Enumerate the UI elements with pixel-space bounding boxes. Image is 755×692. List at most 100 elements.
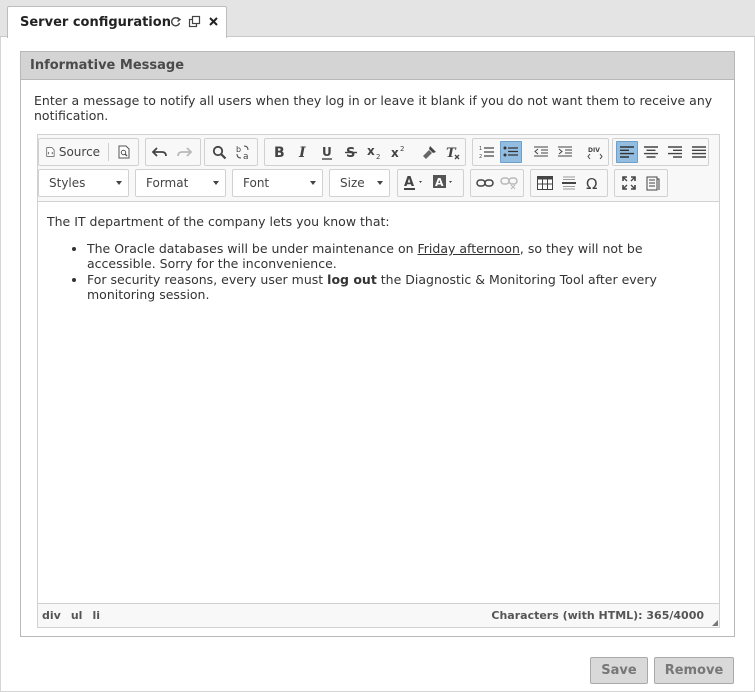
redo-button[interactable] [173, 141, 195, 163]
bulleted-list-icon [503, 146, 518, 157]
decrease-indent-button[interactable] [530, 141, 552, 163]
remove-button[interactable]: Remove [654, 657, 734, 684]
svg-text:U: U [322, 145, 332, 159]
background-color-button[interactable]: A [431, 172, 459, 194]
svg-text:b: b [236, 145, 241, 154]
resize-handle[interactable] [712, 620, 718, 626]
svg-text:a: a [243, 152, 249, 160]
popout-icon[interactable] [188, 15, 201, 28]
superscript-button[interactable]: x2 [388, 141, 410, 163]
toolbar-separator [108, 143, 109, 161]
div-icon: DIV [587, 147, 603, 159]
svg-text:B: B [274, 145, 285, 159]
brush-icon [423, 145, 436, 159]
source-label: Source [58, 145, 101, 159]
preview-icon [118, 145, 130, 159]
tab-icons [169, 15, 220, 28]
align-left-button[interactable] [616, 141, 638, 163]
bold-button[interactable]: B [268, 141, 290, 163]
justify-button[interactable] [688, 141, 710, 163]
unlink-icon [500, 177, 518, 190]
list-item: The Oracle databases will be under maint… [87, 241, 710, 271]
table-icon [537, 176, 553, 190]
remove-format-button[interactable]: T [442, 141, 464, 163]
remove-format-icon: T [446, 146, 460, 160]
svg-text:x: x [391, 146, 399, 159]
omega-icon: Ω [586, 176, 597, 191]
element-path: div ul li [42, 609, 100, 622]
indent-icon [558, 146, 572, 157]
undo-button[interactable] [149, 141, 171, 163]
replace-button[interactable]: ba [232, 141, 254, 163]
table-button[interactable] [534, 172, 556, 194]
informative-message-panel: Informative Message Enter a message to n… [20, 51, 735, 637]
tab-strip: Server configuration [0, 0, 755, 38]
copy-format-button[interactable] [418, 141, 440, 163]
path-item-li[interactable]: li [92, 609, 100, 622]
styles-dropdown[interactable]: Styles [38, 169, 129, 197]
message-list: The Oracle databases will be under maint… [47, 241, 710, 302]
size-dropdown[interactable]: Size [329, 169, 390, 197]
close-icon[interactable] [207, 15, 220, 28]
preview-button[interactable] [113, 141, 135, 163]
link-button[interactable] [474, 172, 496, 194]
toolbar-group-find: ba [204, 138, 258, 166]
source-button[interactable]: Source [42, 141, 104, 163]
underline-button[interactable]: U [316, 141, 338, 163]
superscript-icon: x2 [391, 145, 404, 159]
save-button[interactable]: Save [590, 657, 648, 684]
horizontal-line-icon [562, 176, 576, 190]
horizontal-line-button[interactable] [558, 172, 580, 194]
tab-server-configuration[interactable]: Server configuration [7, 6, 227, 38]
chevron-down-icon [116, 181, 122, 185]
underlined-text: Friday afternoon [417, 241, 520, 256]
panel-title: Informative Message [21, 52, 734, 80]
list-item-text: For security reasons, every user must [87, 272, 328, 287]
increase-indent-button[interactable] [554, 141, 576, 163]
list-item: For security reasons, every user must lo… [87, 272, 710, 302]
rich-text-editor: Source ba B I U S x 2 x 2 T 1 2 DIV Styl… [37, 134, 720, 628]
bold-icon: B [274, 145, 285, 159]
font-dropdown[interactable]: Font [232, 169, 323, 197]
special-character-button[interactable]: Ω [582, 172, 604, 194]
italic-button[interactable]: I [292, 141, 314, 163]
bulleted-list-button[interactable] [500, 141, 522, 163]
path-item-ul[interactable]: ul [71, 609, 83, 622]
format-dropdown[interactable]: Format [135, 169, 226, 197]
chevron-down-icon [310, 181, 316, 185]
numbered-list-button[interactable]: 12 [476, 141, 498, 163]
text-color-icon: A [404, 175, 422, 190]
text-color-button[interactable]: A [401, 172, 429, 194]
unlink-button[interactable] [498, 172, 520, 194]
bold-text: log out [327, 272, 377, 287]
svg-text:I: I [298, 145, 306, 159]
subscript-icon: x2 [367, 145, 380, 159]
svg-text:A: A [435, 176, 444, 189]
toolbar-group-undo [145, 138, 201, 166]
maximize-button[interactable] [618, 172, 640, 194]
format-label: Format [146, 176, 189, 190]
show-blocks-button[interactable] [642, 172, 664, 194]
align-center-button[interactable] [640, 141, 662, 163]
svg-text:2: 2 [400, 145, 404, 153]
svg-text:1: 1 [479, 146, 482, 152]
editor-content-area[interactable]: The IT department of the company lets yo… [38, 201, 719, 604]
background-color-icon: A [433, 175, 452, 189]
create-div-button[interactable]: DIV [584, 141, 606, 163]
subscript-button[interactable]: x2 [364, 141, 386, 163]
italic-icon: I [298, 145, 306, 159]
chevron-down-icon [377, 181, 383, 185]
svg-text:A: A [404, 175, 414, 190]
toolbar-group-basicstyles: B I U S x2 x2 T [264, 138, 466, 166]
align-left-icon [620, 146, 634, 158]
toolbar-group-align [612, 138, 709, 166]
numbered-list-icon: 12 [479, 146, 494, 159]
refresh-icon[interactable] [169, 15, 182, 28]
path-item-div[interactable]: div [42, 609, 61, 622]
toolbar-group-colors: A A [397, 169, 464, 197]
find-button[interactable] [208, 141, 230, 163]
justify-icon [692, 146, 706, 158]
align-right-button[interactable] [664, 141, 686, 163]
font-label: Font [243, 176, 270, 190]
strikethrough-button[interactable]: S [340, 141, 362, 163]
